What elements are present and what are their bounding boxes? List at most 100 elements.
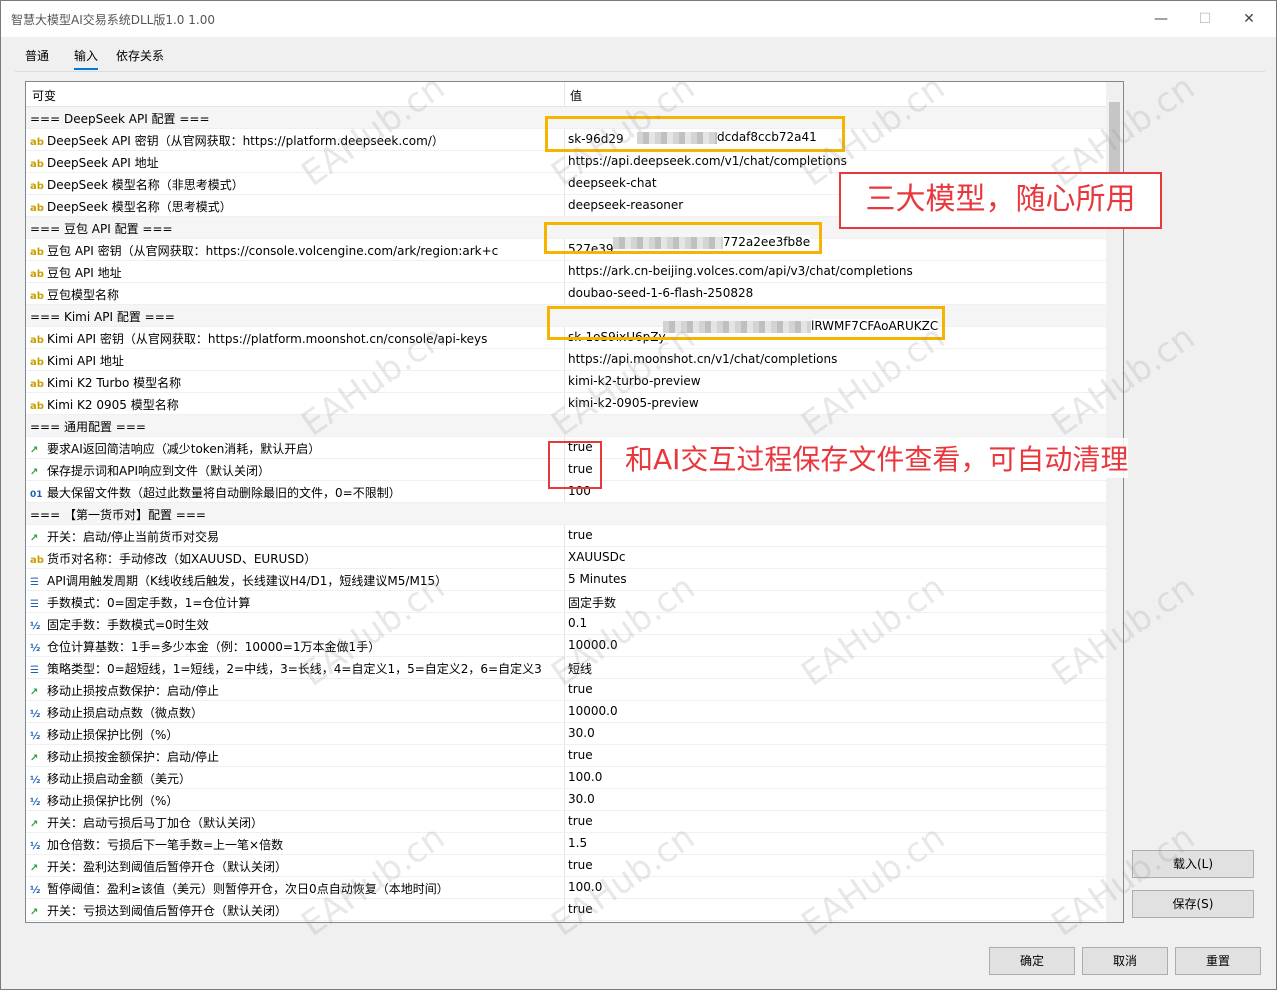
table-row[interactable]: ½ 暂停阈值：盈利≥该值（美元）则暂停开仓，次日0点自动恢复（本地时间） 100.0 xyxy=(26,877,1106,899)
bool-type-icon: ↗ xyxy=(30,445,39,456)
variable-name: 豆包 API 密钥（从官网获取：https://console.volcengi… xyxy=(47,244,499,258)
maximize-button[interactable]: ☐ xyxy=(1182,1,1228,37)
table-row[interactable]: ↗ 开关：启动/停止当前货币对交易 true xyxy=(26,525,1106,547)
string-type-icon: ab xyxy=(30,291,44,302)
value-cell[interactable]: true xyxy=(568,748,1103,762)
value-cell[interactable]: https://api.deepseek.com/v1/chat/complet… xyxy=(568,154,1103,168)
tab-common[interactable]: 普通 xyxy=(25,47,49,64)
files-setting-highlight xyxy=(548,441,602,489)
variable-cell: ☰ API调用触发周期（K线收线后触发，长线建议H4/D1，短线建议M5/M15） xyxy=(30,572,560,589)
table-row[interactable]: ab 豆包 API 地址 https://ark.cn-beijing.volces… xyxy=(26,261,1106,283)
minimize-button[interactable]: — xyxy=(1138,1,1184,37)
ok-button[interactable]: 确定 xyxy=(989,947,1075,975)
variable-name: Kimi K2 0905 模型名称 xyxy=(47,398,179,412)
value-cell[interactable]: 100.0 xyxy=(568,770,1103,784)
deepseek-key-highlight xyxy=(545,116,845,152)
table-row[interactable]: ab Kimi K2 Turbo 模型名称 kimi-k2-turbo-previe… xyxy=(26,371,1106,393)
value-cell[interactable]: true xyxy=(568,682,1103,696)
table-row[interactable]: ☰ API调用触发周期（K线收线后触发，长线建议H4/D1，短线建议M5/M15）… xyxy=(26,569,1106,591)
value-cell[interactable]: 100 xyxy=(568,484,1103,498)
value-cell[interactable]: true xyxy=(568,858,1103,872)
variable-cell: ab 豆包 API 地址 xyxy=(30,264,560,281)
value-cell[interactable]: XAUUSDc xyxy=(568,550,1103,564)
table-row[interactable]: ↗ 移动止损按点数保护：启动/停止 true xyxy=(26,679,1106,701)
table-row[interactable]: ab 豆包模型名称 doubao-seed-1-6-flash-250828 xyxy=(26,283,1106,305)
value-cell[interactable]: 0.1 xyxy=(568,616,1103,630)
close-button[interactable]: ✕ xyxy=(1226,1,1272,37)
string-type-icon: ab xyxy=(30,181,44,192)
double-type-icon: ½ xyxy=(30,621,41,632)
table-row[interactable]: ↗ 开关：启动亏损后马丁加仓（默认关闭） true xyxy=(26,811,1106,833)
variable-name: 开关：亏损达到阈值后暂停开仓（默认关闭） xyxy=(47,904,288,918)
table-row[interactable]: ☰ 手数模式：0=固定手数，1=仓位计算 固定手数 xyxy=(26,591,1106,613)
table-row[interactable]: ½ 固定手数：手数模式=0时生效 0.1 xyxy=(26,613,1106,635)
table-row[interactable]: ☰ 策略类型：0=超短线，1=短线，2=中线，3=长线，4=自定义1，5=自定义2… xyxy=(26,657,1106,679)
table-row[interactable]: ½暂停阈值：亏损≥该值（美元）则暂停开仓，次日0点自动恢复（本地时间）100.0 xyxy=(26,921,1106,922)
table-row[interactable]: ½ 移动止损启动点数（微点数） 10000.0 xyxy=(26,701,1106,723)
cancel-button[interactable]: 取消 xyxy=(1082,947,1168,975)
variable-name: 移动止损保护比例（%） xyxy=(47,794,179,808)
variable-name: 移动止损启动金额（美元） xyxy=(47,772,192,786)
value-cell[interactable]: doubao-seed-1-6-flash-250828 xyxy=(568,286,1103,300)
value-cell[interactable]: true xyxy=(568,528,1103,542)
table-row[interactable]: ab 货币对名称：手动修改（如XAUUSD、EURUSD） XAUUSDc xyxy=(26,547,1106,569)
column-header-value[interactable]: 值 xyxy=(570,87,582,104)
table-row[interactable]: ½ 移动止损启动金额（美元） 100.0 xyxy=(26,767,1106,789)
variable-cell: === 【第一货币对】配置 === xyxy=(30,506,560,523)
table-row[interactable]: ↗ 开关：盈利达到阈值后暂停开仓（默认关闭） true xyxy=(26,855,1106,877)
value-cell[interactable]: 固定手数 xyxy=(568,594,1103,611)
value-cell[interactable]: 10000.0 xyxy=(568,638,1103,652)
table-row[interactable]: ½ 仓位计算基数：1手=多少本金（例：10000=1万本金做1手） 10000.0 xyxy=(26,635,1106,657)
variable-cell: ½ 加仓倍数：亏损后下一笔手数=上一笔×倍数 xyxy=(30,836,560,853)
properties-window: 智慧大模型AI交易系统DLL版1.0 1.00 — ☐ ✕ 普通 输入 依存关系… xyxy=(0,0,1277,990)
double-type-icon: ½ xyxy=(30,885,41,896)
table-row[interactable]: ½ 移动止损保护比例（%） 30.0 xyxy=(26,789,1106,811)
table-row[interactable]: ½ 加仓倍数：亏损后下一笔手数=上一笔×倍数 1.5 xyxy=(26,833,1106,855)
value-cell[interactable]: true xyxy=(568,902,1103,916)
table-row[interactable]: ½ 移动止损保护比例（%） 30.0 xyxy=(26,723,1106,745)
value-cell[interactable]: 5 Minutes xyxy=(568,572,1103,586)
variable-name: === 通用配置 === xyxy=(30,420,146,434)
column-header-variable[interactable]: 可变 xyxy=(32,87,56,104)
save-button[interactable]: 保存(S) xyxy=(1132,890,1254,918)
variable-cell: ↗ 开关：启动/停止当前货币对交易 xyxy=(30,528,560,545)
section-row: === 【第一货币对】配置 === xyxy=(26,503,1106,525)
string-type-icon: ab xyxy=(30,137,44,148)
variable-cell: ↗ 要求AI返回简洁响应（减少token消耗，默认开启） xyxy=(30,440,560,457)
table-row[interactable]: ab Kimi API 地址 https://api.moonshot.cn/v1/… xyxy=(26,349,1106,371)
value-cell[interactable]: kimi-k2-turbo-preview xyxy=(568,374,1103,388)
value-cell[interactable]: https://ark.cn-beijing.volces.com/api/v3… xyxy=(568,264,1103,278)
value-cell[interactable]: 10000.0 xyxy=(568,704,1103,718)
table-row[interactable]: ↗ 开关：亏损达到阈值后暂停开仓（默认关闭） true xyxy=(26,899,1106,921)
tab-inputs[interactable]: 输入 xyxy=(74,47,99,70)
variable-name: Kimi API 地址 xyxy=(47,354,124,368)
value-cell[interactable]: 短线 xyxy=(568,660,1103,677)
table-row[interactable]: ab Kimi K2 0905 模型名称 kimi-k2-0905-preview xyxy=(26,393,1106,415)
variable-name: 手数模式：0=固定手数，1=仓位计算 xyxy=(47,596,251,610)
table-row[interactable]: ↗ 移动止损按金额保护：启动/停止 true xyxy=(26,745,1106,767)
value-cell[interactable]: true xyxy=(568,814,1103,828)
tab-dependencies[interactable]: 依存关系 xyxy=(116,47,164,64)
variable-name: 策略类型：0=超短线，1=短线，2=中线，3=长线，4=自定义1，5=自定义2，… xyxy=(47,662,542,676)
variable-cell: ↗ 移动止损按金额保护：启动/停止 xyxy=(30,748,560,765)
double-type-icon: ½ xyxy=(30,797,41,808)
variable-cell: === 豆包 API 配置 === xyxy=(30,220,560,237)
variable-name: 要求AI返回简洁响应（减少token消耗，默认开启） xyxy=(47,442,321,456)
reset-button[interactable]: 重置 xyxy=(1175,947,1261,975)
value-cell[interactable]: 1.5 xyxy=(568,836,1103,850)
variable-name: 仓位计算基数：1手=多少本金（例：10000=1万本金做1手） xyxy=(47,640,381,654)
table-row[interactable]: ab DeepSeek API 地址 https://api.deepseek.co… xyxy=(26,151,1106,173)
variable-name: 加仓倍数：亏损后下一笔手数=上一笔×倍数 xyxy=(47,838,284,852)
value-cell[interactable]: kimi-k2-0905-preview xyxy=(568,396,1103,410)
variable-cell: ab 豆包 API 密钥（从官网获取：https://console.volcen… xyxy=(30,242,560,259)
variable-name: 保存提示词和API响应到文件（默认关闭） xyxy=(47,464,270,478)
variable-name: DeepSeek API 密钥（从官网获取：https://platform.d… xyxy=(47,134,444,148)
variable-name: 最大保留文件数（超过此数量将自动删除最旧的文件，0=不限制） xyxy=(47,486,401,500)
value-cell[interactable]: https://api.moonshot.cn/v1/chat/completi… xyxy=(568,352,1103,366)
value-cell[interactable]: 100.0 xyxy=(568,880,1103,894)
value-cell[interactable]: 30.0 xyxy=(568,726,1103,740)
variable-name: DeepSeek 模型名称（思考模式） xyxy=(47,200,232,214)
variable-name: 移动止损按金额保护：启动/停止 xyxy=(47,750,220,764)
value-cell[interactable]: 30.0 xyxy=(568,792,1103,806)
load-button[interactable]: 载入(L) xyxy=(1132,850,1254,878)
